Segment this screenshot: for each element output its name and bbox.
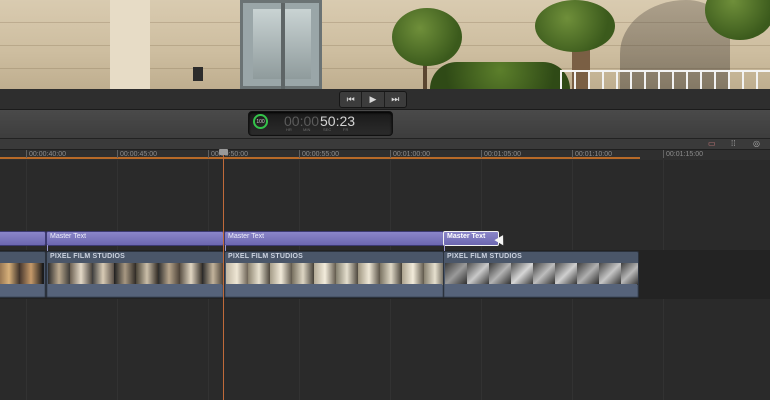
hedge — [430, 62, 570, 89]
ruler-label: 00:00:50:00 — [211, 151, 248, 158]
viewer-frame — [0, 0, 770, 89]
timecode-unit-sec: SEC — [323, 127, 332, 132]
clip-filmstrip — [48, 263, 223, 285]
clip-filmstrip — [0, 263, 44, 285]
clip-filmstrip — [445, 263, 638, 285]
transport-controls: ⏮ ▶ ⏭ — [339, 91, 407, 108]
title-clip[interactable] — [0, 231, 46, 246]
video-clip-pixel-film-studios[interactable]: PIXEL FILM STUDIOS — [46, 251, 224, 298]
tree-left — [392, 8, 462, 66]
video-clip-pixel-film-studios[interactable]: PIXEL FILM STUDIOS — [443, 251, 639, 298]
timecode-unit-min: MIN — [303, 127, 311, 132]
video-clip-label: PIXEL FILM STUDIOS — [447, 253, 523, 260]
title-clip-master-text-selected[interactable]: Master Text — [443, 231, 499, 251]
video-clip[interactable] — [0, 251, 46, 298]
timeline-toolstrip — [0, 139, 770, 150]
railing — [560, 70, 770, 89]
playhead[interactable] — [223, 150, 224, 400]
video-clip-pixel-film-studios[interactable]: PIXEL FILM STUDIOS — [224, 251, 444, 298]
tree-right — [535, 0, 615, 52]
title-clip-master-text[interactable]: Master Text — [224, 231, 444, 251]
timecode-unit-fr: FR — [343, 127, 349, 132]
progress-ring-icon: 100 — [253, 114, 268, 129]
ruler-label: 00:00:45:00 — [120, 151, 157, 158]
timecode-unit-hr: HR — [286, 127, 292, 132]
skimming-icon[interactable]: ▭ — [708, 140, 716, 148]
ruler-label: 00:01:15:00 — [666, 151, 703, 158]
title-clip-master-text[interactable]: Master Text — [46, 231, 224, 251]
playhead-handle[interactable] — [219, 149, 228, 155]
title-clip-label: Master Text — [228, 233, 265, 240]
previous-edit-button[interactable]: ⏮ — [340, 92, 363, 107]
clip-filmstrip — [226, 263, 443, 285]
ruler-label: 00:01:05:00 — [484, 151, 521, 158]
wall-lamp — [193, 67, 203, 81]
ruler-label: 00:01:00:00 — [393, 151, 430, 158]
video-clip-label: PIXEL FILM STUDIOS — [50, 253, 126, 260]
ruler-label: 00:01:10:00 — [575, 151, 612, 158]
ruler-label: 00:00:40:00 — [29, 151, 66, 158]
title-clip-label: Master Text — [50, 233, 87, 240]
snapping-icon[interactable]: ◎ — [753, 140, 760, 148]
next-edit-button[interactable]: ⏭ — [385, 92, 406, 107]
video-clip-label: PIXEL FILM STUDIOS — [228, 253, 304, 260]
play-button[interactable]: ▶ — [362, 92, 385, 107]
building-door — [240, 0, 322, 89]
ruler-label: 00:00:55:00 — [302, 151, 339, 158]
audio-skimming-icon[interactable]: ⁞⁞ — [731, 140, 735, 148]
title-clip-label: Master Text — [447, 233, 486, 240]
